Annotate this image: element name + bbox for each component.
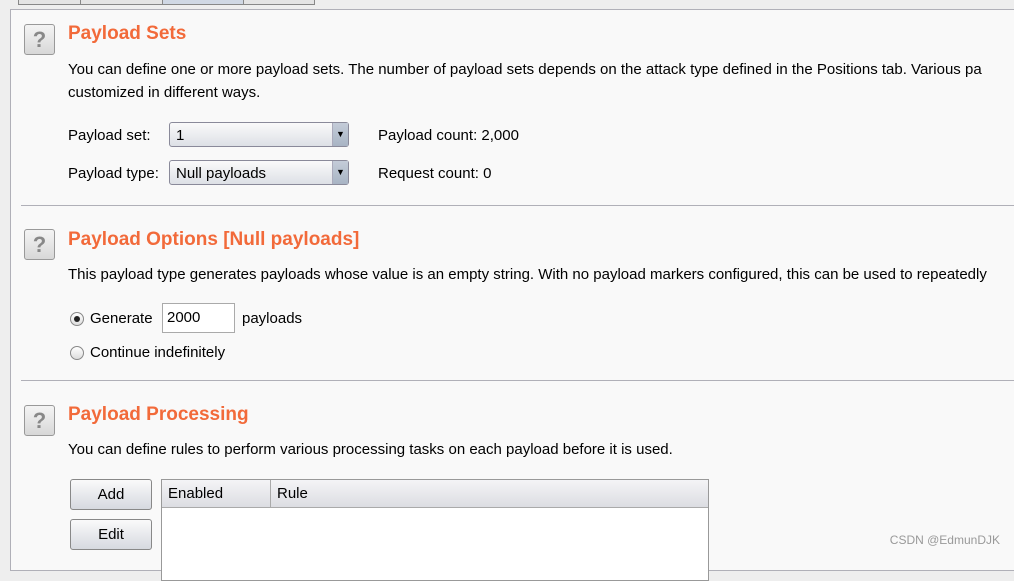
payloads-panel: ? Payload Sets You can define one or mor… (10, 9, 1014, 581)
description: You can define one or more payload sets.… (68, 61, 982, 78)
column-header-rule[interactable]: Rule (271, 480, 708, 508)
section-title-payload-options: Payload Options [Null payloads] (68, 229, 360, 250)
continue-indefinitely-radio[interactable] (70, 346, 84, 360)
generate-count-input[interactable]: 2000 (162, 303, 235, 333)
payload-set-label: Payload set: (68, 127, 151, 144)
tab[interactable] (18, 0, 81, 5)
selected-value: Null payloads (176, 165, 267, 182)
chevron-down-icon: ▼ (332, 123, 348, 146)
continue-label: Continue indefinitely (90, 344, 226, 361)
payload-type-label: Payload type: (68, 165, 159, 182)
section-title-payload-processing: Payload Processing (68, 404, 249, 425)
generate-label: Generate (90, 310, 153, 327)
help-icon[interactable]: ? (24, 229, 55, 260)
edit-button[interactable]: Edit (70, 519, 152, 550)
tab-strip (0, 0, 1014, 5)
chevron-down-icon: ▼ (332, 161, 348, 184)
description: customized in different ways. (68, 84, 261, 101)
payload-count: Payload count: 2,000 (378, 127, 519, 144)
add-button[interactable]: Add (70, 479, 152, 510)
divider (21, 205, 1014, 206)
divider (21, 380, 1014, 381)
section-title-payload-sets: Payload Sets (68, 23, 187, 44)
tab[interactable] (80, 0, 163, 5)
description: You can define rules to perform various … (68, 441, 673, 458)
tab[interactable] (243, 0, 315, 5)
request-count: Request count: 0 (378, 165, 492, 182)
column-header-enabled[interactable]: Enabled (162, 480, 271, 508)
payloads-suffix: payloads (242, 310, 303, 327)
help-icon[interactable]: ? (24, 24, 55, 55)
payload-set-select[interactable]: 1 ▼ (169, 122, 349, 147)
description: This payload type generates payloads who… (68, 266, 987, 283)
help-icon[interactable]: ? (24, 405, 55, 436)
tab-payloads[interactable] (162, 0, 244, 5)
processing-rules-table[interactable]: Enabled Rule (161, 479, 709, 581)
payload-type-select[interactable]: Null payloads ▼ (169, 160, 349, 185)
generate-radio[interactable] (70, 312, 84, 326)
watermark: CSDN @EdmunDJK (889, 533, 1000, 547)
selected-value: 1 (176, 127, 185, 144)
